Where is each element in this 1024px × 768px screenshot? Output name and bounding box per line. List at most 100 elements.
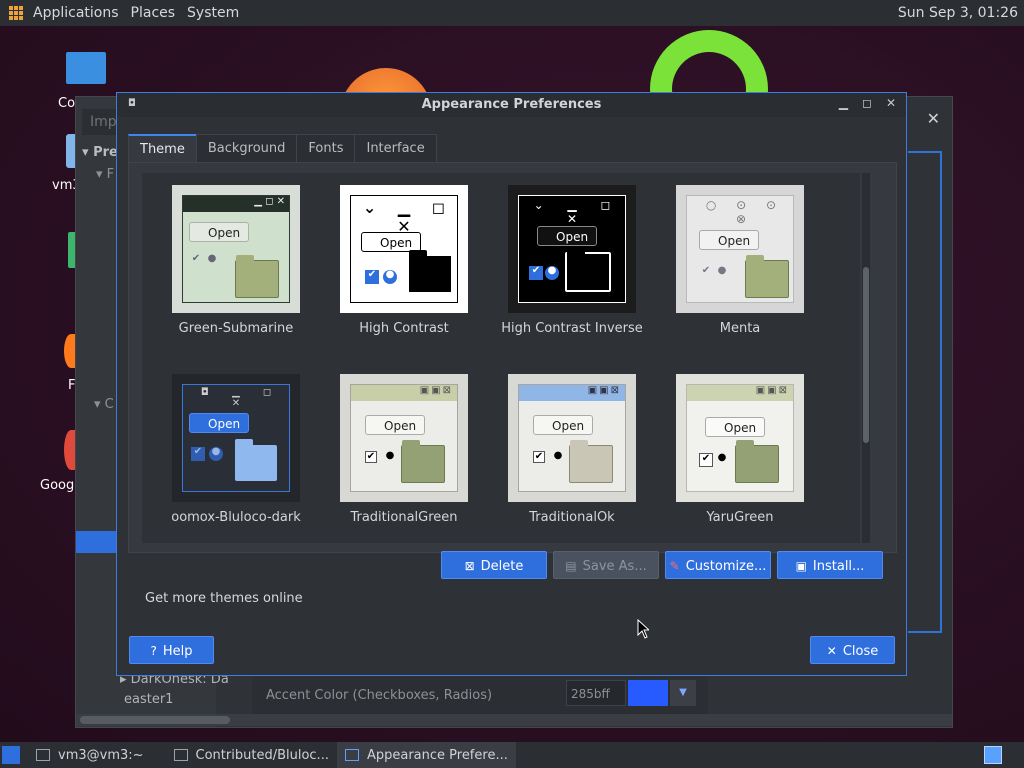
delete-button[interactable]: ⊠ Delete [441, 551, 547, 579]
chevron-down-icon[interactable]: ▾ [82, 145, 93, 160]
scrollbar-thumb[interactable] [863, 267, 869, 443]
close-button[interactable]: ✕ Close [810, 636, 895, 664]
horizontal-scrollbar[interactable] [76, 714, 952, 726]
mini-titlebar: ▁ ◻ ✕ [183, 196, 289, 212]
radio-icon: ● [209, 447, 223, 461]
radio-icon: ● [717, 265, 727, 276]
chevron-down-icon: ▾ [96, 167, 107, 182]
menu-applications[interactable]: Applications [33, 5, 119, 21]
accent-color-input[interactable]: 285bff [566, 680, 626, 706]
theme-item[interactable]: ⌄ ▁ ◻ ✕ Open ✔ ● High Contrast [320, 185, 488, 336]
theme-item[interactable]: ▣▣⊠ Open ✔ ● TraditionalGreen [320, 374, 488, 525]
close-icon[interactable]: ✕ [927, 109, 940, 128]
customize-button[interactable]: ✎ Customize... [665, 551, 771, 579]
radio-icon: ● [553, 450, 563, 461]
desktop-icon-label-4: Goog [40, 478, 75, 493]
install-icon: ▣ [795, 559, 807, 573]
titlebar[interactable]: ◘ Appearance Preferences ▁ ◻ ✕ [117, 93, 906, 117]
accent-color-swatch[interactable] [628, 680, 668, 706]
radio-icon: ● [383, 270, 397, 284]
tab-interface[interactable]: Interface [354, 134, 437, 162]
theme-item[interactable]: ◘ ▁ ◻ ✕ Open ✔ ● oomox-Bluloco-dark [152, 374, 320, 525]
tab-background[interactable]: Background [195, 134, 298, 162]
theme-item[interactable]: ▣▣⊠ Open ✔ ● TraditionalOk [488, 374, 656, 525]
tab-bar: Theme Background Fonts Interface [128, 134, 437, 162]
close-icon[interactable]: ✕ [886, 96, 896, 110]
paint-brush-icon: ✎ [669, 559, 680, 573]
get-more-themes-link[interactable]: Get more themes online [145, 591, 303, 606]
theme-thumbnail: ▣▣⊠ Open ✔ ● [676, 374, 804, 502]
mini-window: ○ ⊙ ⊙ ⊗ Open ✔ ● [686, 195, 794, 303]
save-as-button-label: Save As... [582, 559, 647, 574]
customize-button-label: Customize... [685, 559, 767, 574]
desktop-icon-label-1: Co [58, 96, 76, 111]
taskbar-item-appearance[interactable]: Appearance Prefere... [336, 742, 516, 768]
applications-grid-icon[interactable] [9, 6, 23, 20]
theme-item[interactable]: ⌄ ▁ ◻ ✕ Open ✔ ● High Contrast Inverse [488, 185, 656, 336]
menu-system[interactable]: System [187, 5, 239, 21]
appearance-preferences-dialog: ◘ Appearance Preferences ▁ ◻ ✕ Theme Bac… [116, 92, 907, 676]
help-icon: ? [150, 644, 157, 658]
scrollbar-thumb[interactable] [80, 716, 230, 724]
mini-window-controls-icon: ○ ⊙ ⊙ ⊗ [705, 198, 785, 226]
tab-theme[interactable]: Theme [128, 134, 197, 162]
mini-window: ⌄ ▁ ◻ ✕ Open ✔ ● [350, 195, 458, 303]
taskbar: vm3@vm3:~ Contributed/Bluloc... Appearan… [0, 742, 1024, 768]
tab-fonts[interactable]: Fonts [296, 134, 356, 162]
theme-item[interactable]: ○ ⊙ ⊙ ⊗ Open ✔ ● Menta [656, 185, 824, 336]
minimize-icon[interactable]: ▁ [839, 96, 848, 110]
taskbar-item-terminal[interactable]: vm3@vm3:~ [28, 742, 152, 768]
checkbox-icon: ✔ [191, 447, 205, 461]
chevron-down-icon: ▾ [94, 397, 105, 412]
theme-item[interactable]: ▁ ◻ ✕ Open ✔ ● Green-Submarine [152, 185, 320, 336]
checkbox-icon: ✔ [365, 451, 377, 463]
mini-open-button: Open [361, 232, 421, 252]
mini-titlebar: ▣▣⊠ [687, 385, 793, 401]
install-button[interactable]: ▣ Install... [777, 551, 883, 579]
radio-icon: ● [385, 450, 395, 461]
mouse-cursor-icon [637, 619, 649, 639]
theme-name: High Contrast [359, 321, 449, 336]
mini-window-controls-icon: ⌄ ▁ ◻ ✕ [362, 198, 454, 236]
accent-color-row: Accent Color (Checkboxes, Radios) 285bff… [252, 672, 708, 718]
mini-window: ▣▣⊠ Open ✔ ● [350, 384, 458, 492]
vertical-scrollbar[interactable] [862, 173, 870, 543]
checkbox-icon: ✔ [699, 453, 713, 467]
theme-item[interactable]: ▣▣⊠ Open ✔ ● YaruGreen [656, 374, 824, 525]
mini-window-controls-icon: ▣▣⊠ [755, 385, 789, 396]
workspace-switcher[interactable] [984, 746, 1002, 764]
theme-name: YaruGreen [706, 510, 774, 525]
selected-row-highlight [76, 531, 118, 553]
theme-list: ▸ DarkOnesk: Da easter1 [120, 672, 229, 707]
theme-grid: ▁ ◻ ✕ Open ✔ ● Green-Submarine ⌄ ▁ ◻ ✕ O… [142, 173, 860, 543]
taskbar-item-file-manager[interactable]: Contributed/Bluloc... [166, 742, 337, 768]
delete-button-label: Delete [480, 559, 524, 574]
mini-open-button: Open [699, 230, 759, 250]
theme-thumbnail: ▣▣⊠ Open ✔ ● [508, 374, 636, 502]
help-button[interactable]: ? Help [129, 636, 214, 664]
taskbar-item-label: vm3@vm3:~ [58, 747, 144, 763]
close-button-label: Close [842, 644, 879, 659]
maximize-icon[interactable]: ◻ [862, 96, 872, 110]
folder-icon [735, 440, 779, 483]
subsection-row[interactable]: ▾ F [96, 167, 114, 182]
chevron-down-icon[interactable]: ▼ [670, 680, 696, 706]
mini-window: ⌄ ▁ ◻ ✕ Open ✔ ● [518, 195, 626, 303]
theme-thumbnail: ⌄ ▁ ◻ ✕ Open ✔ ● [340, 185, 468, 313]
list-item[interactable]: easter1 [120, 692, 229, 707]
mini-window-controls-icon: ▣▣⊠ [419, 385, 453, 396]
accent-color-label: Accent Color (Checkboxes, Radios) [266, 687, 493, 703]
checkbox-icon: ✔ [191, 253, 201, 264]
menu-places[interactable]: Places [131, 5, 176, 21]
collapsed-row[interactable]: ▾ C [94, 397, 114, 412]
subsection-label: F [106, 167, 115, 182]
mini-open-button: Open [537, 226, 597, 246]
mini-window: ▣▣⊠ Open ✔ ● [518, 384, 626, 492]
mini-window-controls-icon: ◘ ▁ ◻ ✕ [200, 387, 282, 409]
save-as-button[interactable]: ▤ Save As... [553, 551, 659, 579]
show-desktop-icon[interactable] [2, 746, 20, 764]
clock[interactable]: Sun Sep 3, 01:26 [898, 5, 1018, 21]
list-item-label: easter1 [124, 692, 174, 707]
desktop-icon-computer[interactable] [66, 52, 106, 84]
folder-icon [173, 749, 188, 761]
